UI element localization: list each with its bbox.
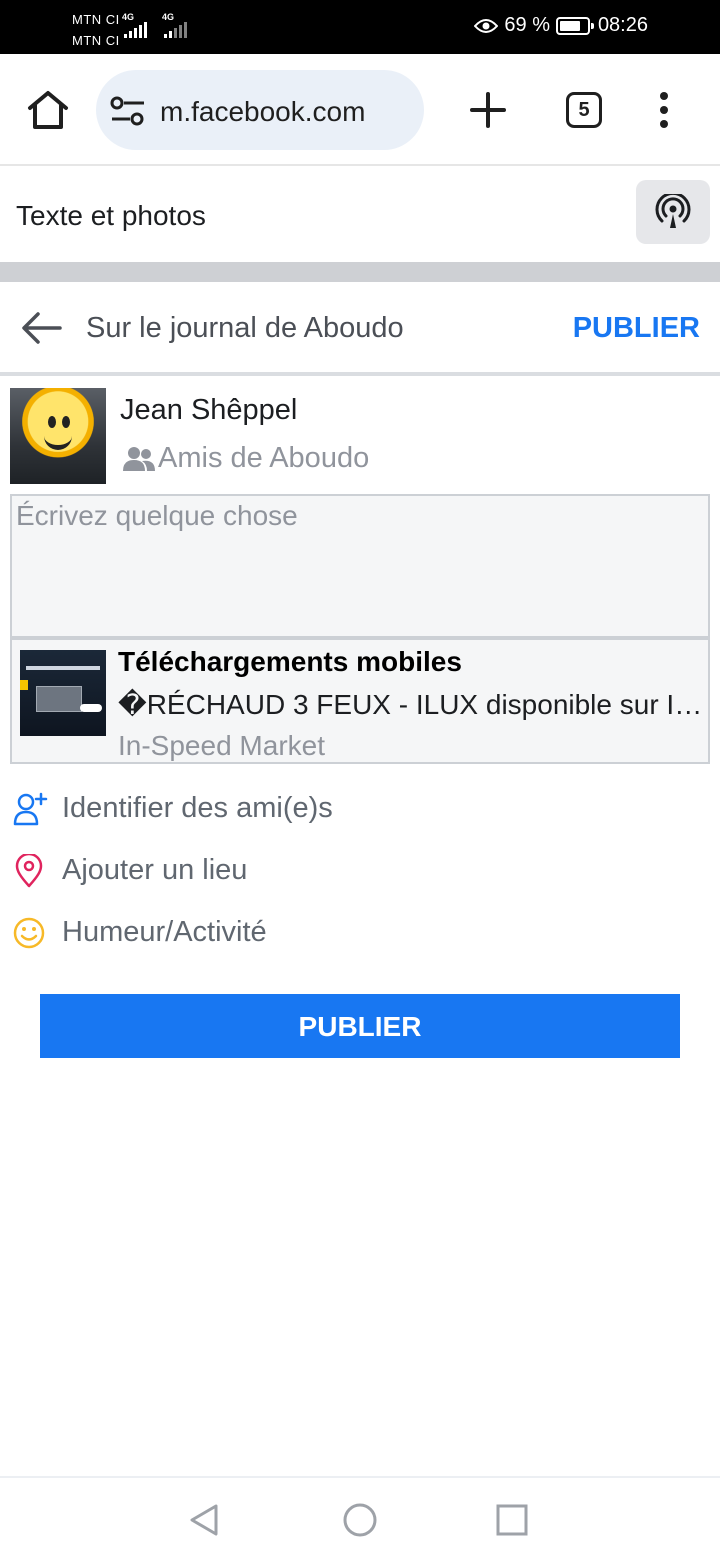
carrier-2: MTN CI	[72, 33, 120, 48]
tab-switcher-button[interactable]: 5	[566, 92, 602, 128]
divider	[0, 262, 720, 282]
audience-selector[interactable]: Amis de Aboudo	[122, 442, 369, 475]
clock: 08:26	[597, 14, 648, 36]
composer-header: Sur le journal de Aboudo PUBLIER	[0, 282, 720, 376]
carrier-labels: MTN CI MTN CI	[72, 9, 120, 51]
back-arrow-icon[interactable]	[20, 310, 62, 346]
page-strip-label: Texte et photos	[16, 200, 206, 231]
url-text: m.facebook.com	[160, 96, 366, 127]
more-menu-icon[interactable]	[650, 90, 678, 130]
browser-toolbar: m.facebook.com 5	[0, 54, 720, 166]
feeling-option[interactable]: Humeur/Activité	[12, 904, 712, 960]
link-preview[interactable]: Téléchargements mobiles �RÉCHAUD 3 FEUX …	[10, 638, 710, 764]
avatar	[10, 388, 106, 484]
audience-label: Amis de Aboudo	[158, 442, 370, 474]
site-settings-icon[interactable]	[110, 96, 146, 126]
recents-square-icon[interactable]	[494, 1502, 530, 1538]
link-preview-title: Téléchargements mobiles	[118, 646, 462, 677]
tag-friends-label: Identifier des ami(e)s	[62, 792, 333, 824]
link-preview-thumbnail	[20, 650, 106, 736]
system-nav-bar	[0, 1476, 720, 1560]
feeling-label: Humeur/Activité	[62, 916, 267, 948]
link-preview-description: �RÉCHAUD 3 FEUX - ILUX disponible sur In…	[118, 689, 708, 720]
carrier-1: MTN CI	[72, 12, 120, 27]
battery-icon	[556, 16, 594, 35]
status-bar: MTN CI MTN CI 4G 4G 69 % 08:26	[0, 0, 720, 54]
friends-icon	[123, 446, 155, 471]
new-tab-icon[interactable]	[468, 90, 508, 130]
author-name: Jean Shêppel	[120, 394, 298, 426]
eye-comfort-icon	[474, 18, 499, 33]
smiley-icon	[13, 917, 45, 949]
header-publish-button[interactable]: PUBLIER	[573, 312, 700, 345]
post-text-input[interactable]	[12, 496, 708, 636]
add-friend-icon	[13, 792, 48, 826]
home-circle-icon[interactable]	[342, 1502, 378, 1538]
link-preview-source: In-Speed Market	[118, 730, 325, 761]
network-label-1: 4G	[122, 12, 135, 22]
address-bar[interactable]: m.facebook.com	[96, 70, 424, 150]
back-triangle-icon[interactable]	[186, 1502, 222, 1538]
network-label-2: 4G	[162, 12, 175, 22]
add-location-label: Ajouter un lieu	[62, 854, 248, 886]
composer-box	[10, 494, 710, 638]
battery-percent: 69 %	[504, 14, 550, 36]
location-pin-icon	[15, 854, 43, 888]
header-title: Sur le journal de Aboudo	[86, 312, 404, 344]
broadcast-icon	[655, 194, 691, 228]
home-icon[interactable]	[24, 88, 72, 132]
cast-button[interactable]	[636, 180, 710, 244]
tag-friends-option[interactable]: Identifier des ami(e)s	[12, 780, 712, 836]
page-strip: Texte et photos	[0, 168, 720, 262]
publish-button[interactable]: PUBLIER	[40, 994, 680, 1058]
add-location-option[interactable]: Ajouter un lieu	[12, 842, 712, 898]
